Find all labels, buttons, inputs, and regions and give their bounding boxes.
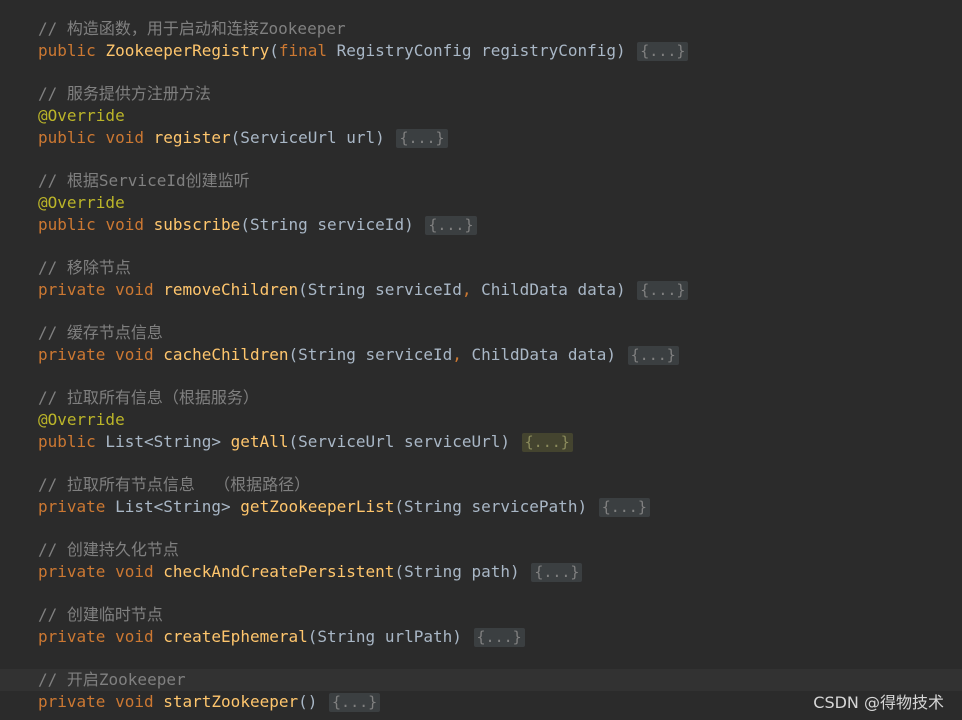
comment-line: // 创建临时节点 bbox=[0, 604, 962, 626]
method-name: checkAndCreatePersistent bbox=[163, 562, 395, 581]
comment-text: // 服务提供方注册方法 bbox=[38, 84, 211, 103]
comma: , bbox=[461, 280, 472, 299]
keyword: public bbox=[38, 215, 96, 234]
comment-line: // 服务提供方注册方法 bbox=[0, 83, 962, 105]
method-signature-cacheChildren[interactable]: private void cacheChildren(String servic… bbox=[0, 344, 962, 366]
annotation: @Override bbox=[38, 193, 125, 212]
keyword: private bbox=[38, 345, 106, 364]
keyword: void bbox=[115, 562, 154, 581]
comment-line: // 根据ServiceId创建监听 bbox=[0, 170, 962, 192]
params: (String urlPath) bbox=[307, 627, 462, 646]
csdn-watermark: CSDN @得物技术 bbox=[813, 693, 944, 712]
paren: ( bbox=[269, 41, 279, 60]
keyword: void bbox=[115, 280, 154, 299]
method-name: startZookeeper bbox=[163, 692, 299, 711]
annotation-line: @Override bbox=[0, 105, 962, 127]
params: RegistryConfig registryConfig) bbox=[327, 41, 626, 60]
comment-line: // 移除节点 bbox=[0, 257, 962, 279]
method-signature-checkAndCreatePersistent[interactable]: private void checkAndCreatePersistent(St… bbox=[0, 561, 962, 583]
keyword: final bbox=[278, 41, 328, 60]
keyword: private bbox=[38, 692, 106, 711]
comment-line: // 拉取所有节点信息 （根据路径） bbox=[0, 474, 962, 496]
keyword: private bbox=[38, 562, 106, 581]
method-name: createEphemeral bbox=[163, 627, 308, 646]
fold-marker[interactable]: {...} bbox=[425, 216, 477, 235]
params: (String path) bbox=[394, 562, 520, 581]
keyword: private bbox=[38, 627, 106, 646]
comment-line: // 拉取所有信息（根据服务） bbox=[0, 387, 962, 409]
params: (String serviceId bbox=[298, 280, 462, 299]
comment-text: // 创建持久化节点 bbox=[38, 540, 179, 559]
keyword: private bbox=[38, 280, 106, 299]
keyword: void bbox=[105, 215, 144, 234]
return-type: List<String> bbox=[95, 432, 231, 451]
keyword: void bbox=[115, 692, 154, 711]
keyword: void bbox=[115, 345, 154, 364]
fold-marker[interactable]: {...} bbox=[521, 433, 573, 452]
fold-marker[interactable]: {...} bbox=[637, 281, 689, 300]
method-signature-createEphemeral[interactable]: private void createEphemeral(String urlP… bbox=[0, 626, 962, 648]
comment-text: // 开启Zookeeper bbox=[38, 670, 186, 689]
method-signature-constructor[interactable]: public ZookeeperRegistry(final RegistryC… bbox=[0, 40, 962, 62]
params: ChildData data) bbox=[471, 280, 626, 299]
params: (String servicePath) bbox=[394, 497, 588, 516]
keyword: private bbox=[38, 497, 106, 516]
comment-text: // 构造函数，用于启动和连接Zookeeper bbox=[38, 19, 346, 38]
keyword: void bbox=[105, 128, 144, 147]
comment-text: // 根据ServiceId创建监听 bbox=[38, 171, 250, 190]
method-signature-register[interactable]: public void register(ServiceUrl url) {..… bbox=[0, 127, 962, 149]
method-name: cacheChildren bbox=[163, 345, 289, 364]
fold-marker[interactable]: {...} bbox=[396, 129, 448, 148]
comment-text: // 缓存节点信息 bbox=[38, 323, 163, 342]
comment-text: // 创建临时节点 bbox=[38, 605, 163, 624]
params: ChildData data) bbox=[461, 345, 617, 364]
keyword: void bbox=[115, 627, 154, 646]
comment-text: // 拉取所有信息（根据服务） bbox=[38, 388, 259, 407]
method-name: getZookeeperList bbox=[240, 497, 395, 516]
method-name: removeChildren bbox=[163, 280, 299, 299]
comma: , bbox=[452, 345, 462, 364]
fold-marker[interactable]: {...} bbox=[531, 563, 583, 582]
code-editor[interactable]: // 构造函数，用于启动和连接Zookeeper public Zookeepe… bbox=[0, 0, 962, 720]
annotation-line: @Override bbox=[0, 409, 962, 431]
fold-marker[interactable]: {...} bbox=[627, 346, 679, 365]
fold-marker[interactable]: {...} bbox=[473, 628, 525, 647]
keyword: public bbox=[38, 41, 96, 60]
method-name: ZookeeperRegistry bbox=[105, 41, 270, 60]
method-name: getAll bbox=[230, 432, 289, 451]
comment-text: // 移除节点 bbox=[38, 258, 131, 277]
method-signature-getZookeeperList[interactable]: private List<String> getZookeeperList(St… bbox=[0, 496, 962, 518]
method-signature-getAll[interactable]: public List<String> getAll(ServiceUrl se… bbox=[0, 431, 962, 453]
params: () bbox=[298, 692, 318, 711]
comment-text: // 拉取所有节点信息 （根据路径） bbox=[38, 475, 311, 494]
comment-line: // 创建持久化节点 bbox=[0, 539, 962, 561]
fold-marker[interactable]: {...} bbox=[637, 42, 689, 61]
annotation-line: @Override bbox=[0, 192, 962, 214]
keyword: public bbox=[38, 432, 96, 451]
method-name: subscribe bbox=[153, 215, 241, 234]
method-signature-removeChildren[interactable]: private void removeChildren(String servi… bbox=[0, 279, 962, 301]
params: (String serviceId) bbox=[240, 215, 414, 234]
fold-marker[interactable]: {...} bbox=[598, 498, 650, 517]
comment-line-current: // 开启Zookeeper bbox=[0, 669, 962, 691]
comment-line: // 缓存节点信息 bbox=[0, 322, 962, 344]
method-name: register bbox=[153, 128, 231, 147]
params: (ServiceUrl serviceUrl) bbox=[288, 432, 511, 451]
params: (ServiceUrl url) bbox=[230, 128, 385, 147]
keyword: public bbox=[38, 128, 96, 147]
params: (String serviceId bbox=[288, 345, 453, 364]
comment-line: // 构造函数，用于启动和连接Zookeeper bbox=[0, 18, 962, 40]
annotation: @Override bbox=[38, 106, 125, 125]
return-type: List<String> bbox=[105, 497, 241, 516]
method-signature-subscribe[interactable]: public void subscribe(String serviceId) … bbox=[0, 214, 962, 236]
annotation: @Override bbox=[38, 410, 125, 429]
fold-marker[interactable]: {...} bbox=[329, 693, 381, 712]
